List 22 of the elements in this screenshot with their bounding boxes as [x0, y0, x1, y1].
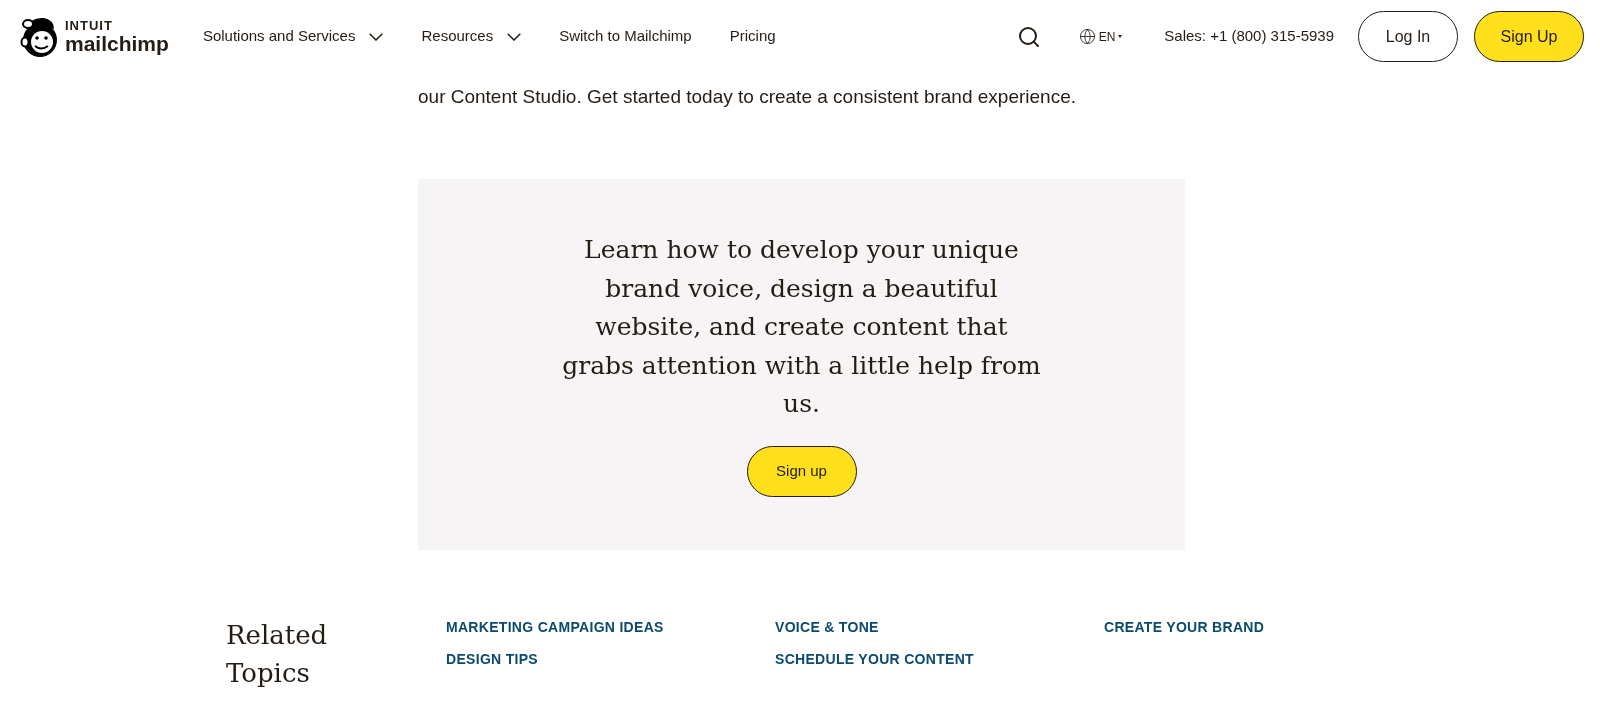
logo-brand[interactable]: INTUIT	[65, 18, 169, 33]
logo-wordmark[interactable]: mailchimp	[65, 32, 169, 55]
language-selector[interactable]: EN	[1078, 27, 1123, 46]
related-topic-link[interactable]: DESIGN TIPS	[446, 650, 538, 668]
login-button[interactable]: Log In	[1358, 11, 1458, 62]
nav-link[interactable]: Switch to Mailchimp	[559, 25, 692, 48]
nav-link[interactable]: Resources	[421, 25, 522, 48]
globe-icon	[1078, 28, 1096, 45]
signup-button[interactable]: Sign Up	[1474, 11, 1584, 62]
sales-phone[interactable]: Sales: +1 (800) 315-5939	[1164, 25, 1334, 48]
related-topic-link[interactable]: MARKETING CAMPAIGN IDEAS	[446, 618, 664, 636]
related-topic-link[interactable]: SCHEDULE YOUR CONTENT	[775, 650, 974, 668]
nav-link[interactable]: Solutions and Services	[202, 25, 384, 48]
related-topic-link[interactable]: VOICE & TONE	[775, 618, 879, 636]
cta-headline: Learn how to develop your unique brand voice, design a beautiful website, and create content that grabs attention with a little help from us.	[561, 234, 1042, 420]
caret-icon	[1118, 35, 1123, 38]
intro-text: our Content Studio. Get started today to create a consistent brand experience.	[418, 85, 1076, 109]
nav-link[interactable]: Pricing	[729, 25, 776, 48]
related-topic-link[interactable]: CREATE YOUR BRAND	[1104, 618, 1265, 636]
related-topics-heading: Related Topics	[226, 619, 329, 690]
cta-signup-button[interactable]: Sign up	[746, 445, 857, 497]
search-icon[interactable]	[1016, 24, 1041, 49]
